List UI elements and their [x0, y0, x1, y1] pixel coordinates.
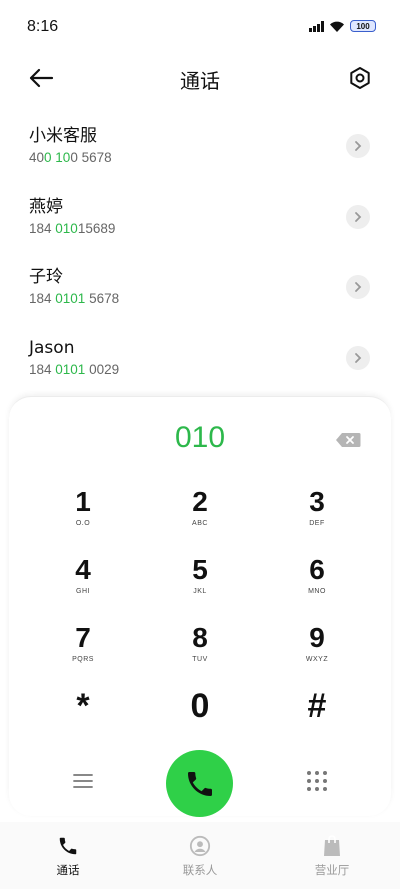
wifi-icon — [330, 21, 344, 32]
key-digit: 6 — [309, 554, 325, 585]
contact-list: 小米客服 400 100 5678 燕婷 184 01015689 子玲 184… — [0, 110, 400, 392]
key-6[interactable]: 6 MNO — [267, 553, 367, 615]
nav-label: 通话 — [56, 863, 80, 877]
key-8[interactable]: 8 TUV — [150, 621, 250, 683]
number-match: 010 — [55, 220, 78, 236]
backspace-button[interactable] — [335, 432, 361, 448]
battery-icon: 100 — [350, 20, 376, 32]
number-part: 184 — [29, 361, 56, 377]
key-7[interactable]: 7 PQRS — [33, 621, 133, 683]
status-time: 8:16 — [27, 18, 59, 35]
battery-level: 100 — [356, 21, 370, 31]
settings-hexagon-icon — [350, 67, 370, 89]
number-part: 40 — [29, 150, 45, 165]
key-star[interactable]: * — [33, 686, 133, 748]
contact-detail-button[interactable] — [346, 345, 370, 370]
keypad-toggle-button[interactable] — [305, 769, 329, 793]
key-letters: DEF — [309, 520, 325, 527]
person-icon — [189, 835, 211, 857]
nav-calls[interactable]: 通话 — [18, 834, 118, 878]
key-2[interactable]: 2 ABC — [150, 485, 250, 547]
contact-name: Jason — [29, 337, 75, 358]
key-letters: ABC — [192, 520, 208, 527]
key-letters: MNO — [308, 588, 326, 595]
contact-name: 小米客服 — [29, 126, 97, 146]
contact-number: 400 100 5678 — [29, 148, 400, 168]
keypad-panel: 010 1 O.O 2 ABC 3 DEF 4 GHI 5 JKL 6 MNO … — [9, 396, 391, 817]
number-part: 184 — [29, 291, 56, 306]
number-match: 0101 — [55, 291, 86, 306]
contact-row[interactable]: Jason 184 0101 0029 — [0, 322, 400, 393]
chevron-right-icon — [355, 282, 362, 292]
number-part: 5678 — [85, 291, 120, 306]
key-5[interactable]: 5 JKL — [150, 553, 250, 615]
key-letters: WXYZ — [305, 656, 329, 663]
key-digit: 4 — [75, 554, 91, 585]
phone-icon — [59, 837, 77, 855]
key-9[interactable]: 9 WXYZ — [267, 621, 367, 683]
key-digit: 0 — [190, 687, 210, 725]
number-part: 15689 — [77, 220, 116, 236]
key-digit: 9 — [309, 622, 325, 653]
key-digit: 1 — [75, 486, 91, 517]
key-digit: 7 — [75, 622, 91, 653]
menu-icon — [73, 774, 93, 788]
key-4[interactable]: 4 GHI — [33, 553, 133, 615]
contact-number: 184 01015689 — [29, 219, 400, 239]
bottom-nav: 通话 联系人 营业厅 — [0, 822, 400, 889]
contact-detail-button[interactable] — [346, 204, 370, 229]
number-part: 184 — [29, 220, 56, 236]
key-letters: TUV — [192, 656, 208, 663]
phone-icon — [187, 771, 212, 796]
key-digit: 5 — [192, 554, 208, 585]
dialpad-grid-icon — [307, 771, 327, 791]
key-letters: GHI — [76, 588, 90, 595]
key-digit: * — [76, 687, 90, 725]
key-letters: PQRS — [72, 656, 94, 663]
menu-button[interactable] — [69, 769, 97, 793]
chevron-right-icon — [355, 352, 362, 363]
number-part: 0 5678 — [70, 150, 112, 165]
key-3[interactable]: 3 DEF — [267, 485, 367, 547]
chevron-right-icon — [355, 211, 362, 222]
contact-number: 184 0101 0029 — [29, 360, 400, 380]
page-title: 通话 — [180, 69, 220, 93]
key-letters: O.O — [75, 520, 91, 527]
key-1[interactable]: 1 O.O — [33, 485, 133, 547]
contact-name: 燕婷 — [29, 196, 63, 217]
chevron-right-icon — [355, 141, 362, 151]
signal-icon — [309, 20, 324, 32]
key-hash[interactable]: # — [267, 686, 367, 748]
nav-label: 联系人 — [182, 863, 218, 877]
backspace-icon — [336, 433, 361, 447]
call-button[interactable] — [166, 750, 233, 817]
number-match: 0101 — [55, 361, 86, 377]
contact-row[interactable]: 子玲 184 0101 5678 — [0, 251, 400, 322]
nav-contacts[interactable]: 联系人 — [150, 834, 250, 878]
contact-name: 子玲 — [29, 267, 63, 287]
key-0[interactable]: 0 — [150, 686, 250, 748]
nav-store[interactable]: 营业厅 — [282, 834, 382, 878]
contact-row[interactable]: 燕婷 184 01015689 — [0, 181, 400, 252]
contact-detail-button[interactable] — [346, 134, 370, 158]
settings-button[interactable] — [344, 62, 376, 94]
key-digit: # — [307, 687, 327, 725]
status-icons: 100 — [309, 20, 376, 32]
dialed-number: 010 — [174, 421, 226, 454]
bag-icon — [324, 835, 340, 856]
key-letters: JKL — [193, 588, 207, 595]
key-digit: 8 — [192, 622, 208, 653]
contact-number: 184 0101 5678 — [29, 289, 400, 309]
key-digit: 3 — [309, 486, 325, 517]
contact-row[interactable]: 小米客服 400 100 5678 — [0, 110, 400, 181]
number-part: 0029 — [85, 361, 120, 377]
contact-detail-button[interactable] — [346, 275, 370, 299]
number-match: 0 10 — [44, 150, 71, 165]
status-bar: 8:16 100 — [0, 0, 400, 52]
top-bar: 通话 — [0, 52, 400, 104]
key-digit: 2 — [192, 486, 208, 517]
nav-label: 营业厅 — [314, 863, 350, 877]
